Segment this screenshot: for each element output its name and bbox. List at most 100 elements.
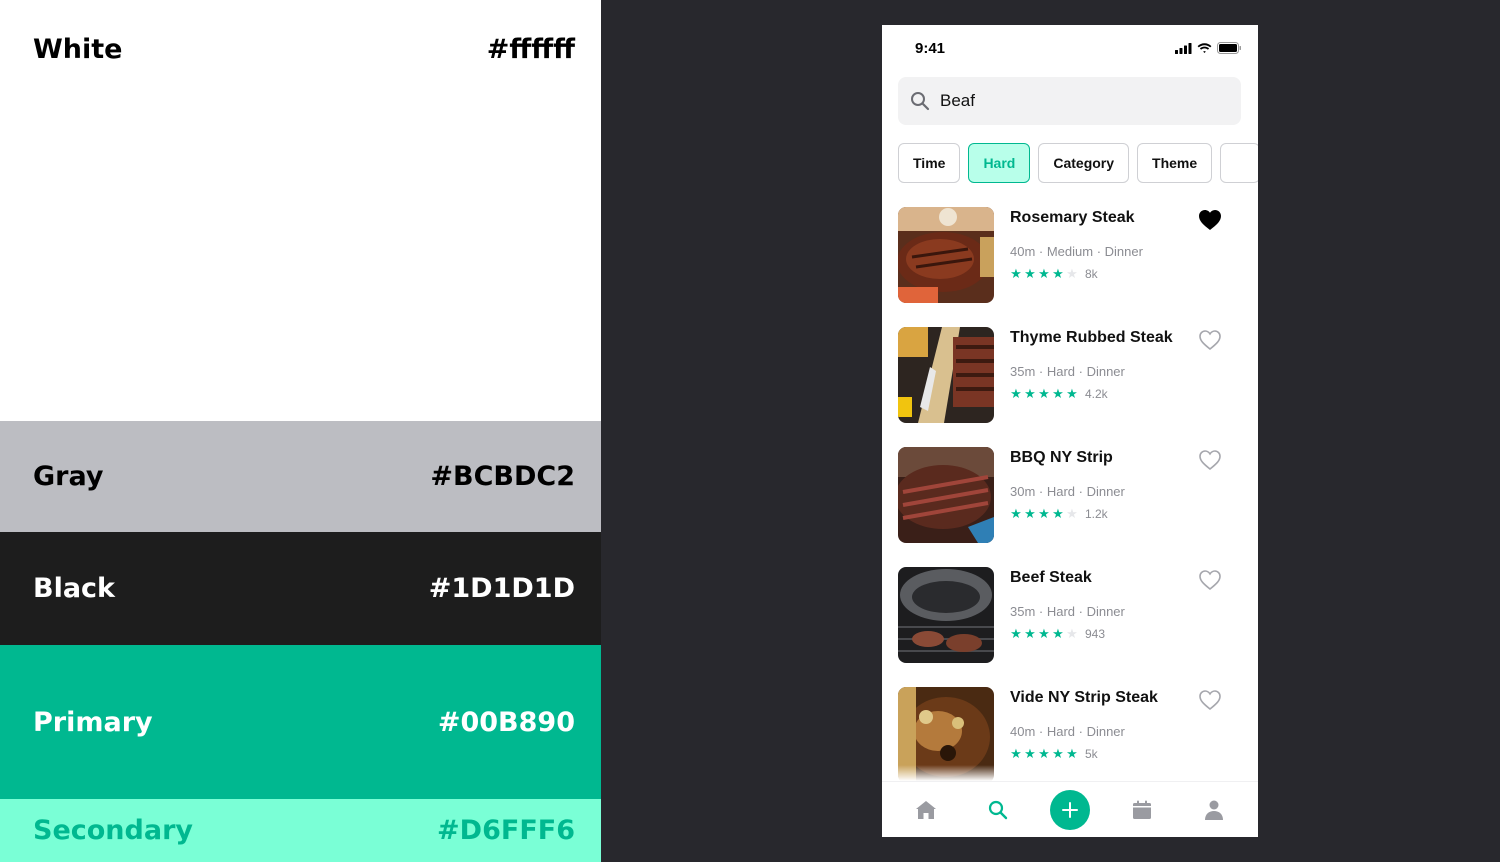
tab-profile[interactable] xyxy=(1192,788,1236,832)
star-icon: ★ xyxy=(1038,266,1050,281)
phone-screen: 9:41 Time xyxy=(882,25,1258,837)
star-icon: ★ xyxy=(1024,746,1036,761)
recipe-item[interactable]: Thyme Rubbed Steak 35m · Hard · Dinner ★… xyxy=(898,327,1242,447)
swatch-white: White #ffffff xyxy=(0,0,601,421)
heart-filled-icon[interactable] xyxy=(1198,209,1222,231)
swatch-hex: #ffffff xyxy=(486,34,575,65)
filter-chip-time[interactable]: Time xyxy=(898,143,961,183)
star-icon: ★ xyxy=(1066,506,1078,521)
swatch-black: Black #1D1D1D xyxy=(0,532,601,645)
star-icon: ★ xyxy=(1024,506,1036,521)
swatch-name: Black xyxy=(33,573,116,604)
star-icon: ★ xyxy=(1038,386,1050,401)
recipe-title: Rosemary Steak xyxy=(1010,209,1135,226)
tab-calendar[interactable] xyxy=(1120,788,1164,832)
recipe-meta: 30m · Hard · Dinner xyxy=(1010,484,1125,499)
tab-home[interactable] xyxy=(904,788,948,832)
star-icon: ★ xyxy=(1010,386,1022,401)
swatch-hex: #1D1D1D xyxy=(428,573,575,604)
rating-count: 4.2k xyxy=(1085,387,1108,401)
status-time: 9:41 xyxy=(915,40,946,57)
battery-icon xyxy=(1217,42,1241,54)
tab-search[interactable] xyxy=(976,788,1020,832)
filter-chip-theme[interactable]: Theme xyxy=(1137,143,1213,183)
profile-icon xyxy=(1205,800,1223,820)
swatch-primary: Primary #00B890 xyxy=(0,645,601,799)
color-palette: White #ffffff Gray #BCBDC2 Black #1D1D1D… xyxy=(0,0,601,862)
rating-count: 943 xyxy=(1085,627,1106,641)
recipe-rating: ★ ★ ★ ★ ★ 943 xyxy=(1010,626,1106,642)
search-icon xyxy=(911,92,930,111)
star-icon: ★ xyxy=(1066,386,1078,401)
filter-chips: Time Hard Category Theme xyxy=(898,143,1258,183)
star-icon: ★ xyxy=(1024,626,1036,641)
recipe-meta: 40m · Hard · Dinner xyxy=(1010,724,1125,739)
star-icon: ★ xyxy=(1038,506,1050,521)
star-icon: ★ xyxy=(1010,506,1022,521)
add-button[interactable] xyxy=(1050,789,1090,830)
rating-count: 8k xyxy=(1085,267,1098,281)
status-bar: 9:41 xyxy=(882,25,1258,69)
plus-icon xyxy=(1062,801,1078,818)
heart-outline-icon[interactable] xyxy=(1198,329,1222,351)
swatch-secondary: Secondary #D6FFF6 xyxy=(0,799,601,862)
recipe-title: Beef Steak xyxy=(1010,569,1092,586)
star-icon: ★ xyxy=(1010,266,1022,281)
star-icon: ★ xyxy=(1066,626,1078,641)
recipe-item[interactable]: Beef Steak 35m · Hard · Dinner ★ ★ ★ ★ ★… xyxy=(898,567,1242,687)
home-icon xyxy=(916,800,936,819)
star-icon: ★ xyxy=(1052,266,1064,281)
recipe-item[interactable]: BBQ NY Strip 30m · Hard · Dinner ★ ★ ★ ★… xyxy=(898,447,1242,567)
swatch-hex: #00B890 xyxy=(437,706,575,738)
calendar-icon xyxy=(1133,800,1151,819)
recipe-image xyxy=(898,447,994,543)
swatch-gray: Gray #BCBDC2 xyxy=(0,421,601,532)
recipe-title: Thyme Rubbed Steak xyxy=(1010,329,1173,346)
filter-chip-more[interactable] xyxy=(1220,143,1258,183)
swatch-name: White xyxy=(33,34,123,65)
heart-outline-icon[interactable] xyxy=(1198,449,1222,471)
filter-chip-category[interactable]: Category xyxy=(1038,143,1130,183)
star-icon: ★ xyxy=(1052,506,1064,521)
star-icon: ★ xyxy=(1024,266,1036,281)
status-icons xyxy=(1175,42,1242,54)
swatch-name: Primary xyxy=(33,706,153,738)
recipe-image xyxy=(898,567,994,663)
recipe-rating: ★ ★ ★ ★ ★ 8k xyxy=(1010,266,1098,282)
heart-outline-icon[interactable] xyxy=(1198,569,1222,591)
star-icon: ★ xyxy=(1052,746,1064,761)
tab-add[interactable] xyxy=(1048,788,1092,832)
heart-outline-icon[interactable] xyxy=(1198,689,1222,711)
swatch-name: Secondary xyxy=(33,815,193,846)
filter-chip-hard[interactable]: Hard xyxy=(968,143,1031,183)
recipe-meta: 40m · Medium · Dinner xyxy=(1010,244,1143,259)
recipe-title: BBQ NY Strip xyxy=(1010,449,1113,466)
recipe-meta: 35m · Hard · Dinner xyxy=(1010,604,1125,619)
rating-count: 1.2k xyxy=(1085,507,1108,521)
star-icon: ★ xyxy=(1038,626,1050,641)
wifi-icon xyxy=(1197,42,1212,53)
recipe-list: Rosemary Steak 40m · Medium · Dinner ★ ★… xyxy=(898,207,1242,807)
list-fade xyxy=(882,765,1258,781)
swatch-name: Gray xyxy=(33,461,104,492)
star-icon: ★ xyxy=(1024,386,1036,401)
tab-bar xyxy=(882,781,1258,837)
recipe-image xyxy=(898,327,994,423)
recipe-rating: ★ ★ ★ ★ ★ 4.2k xyxy=(1010,386,1108,402)
search-bar[interactable] xyxy=(898,77,1241,125)
swatch-hex: #BCBDC2 xyxy=(430,461,575,492)
signal-icon xyxy=(1175,42,1192,54)
search-icon xyxy=(988,800,1008,819)
rating-count: 5k xyxy=(1085,747,1098,761)
search-input[interactable] xyxy=(940,89,1220,113)
star-icon: ★ xyxy=(1010,626,1022,641)
star-icon: ★ xyxy=(1010,746,1022,761)
star-icon: ★ xyxy=(1052,386,1064,401)
recipe-title: Vide NY Strip Steak xyxy=(1010,689,1158,706)
recipe-rating: ★ ★ ★ ★ ★ 1.2k xyxy=(1010,506,1108,522)
recipe-meta: 35m · Hard · Dinner xyxy=(1010,364,1125,379)
recipe-image xyxy=(898,207,994,303)
star-icon: ★ xyxy=(1066,266,1078,281)
recipe-item[interactable]: Rosemary Steak 40m · Medium · Dinner ★ ★… xyxy=(898,207,1242,327)
star-icon: ★ xyxy=(1066,746,1078,761)
